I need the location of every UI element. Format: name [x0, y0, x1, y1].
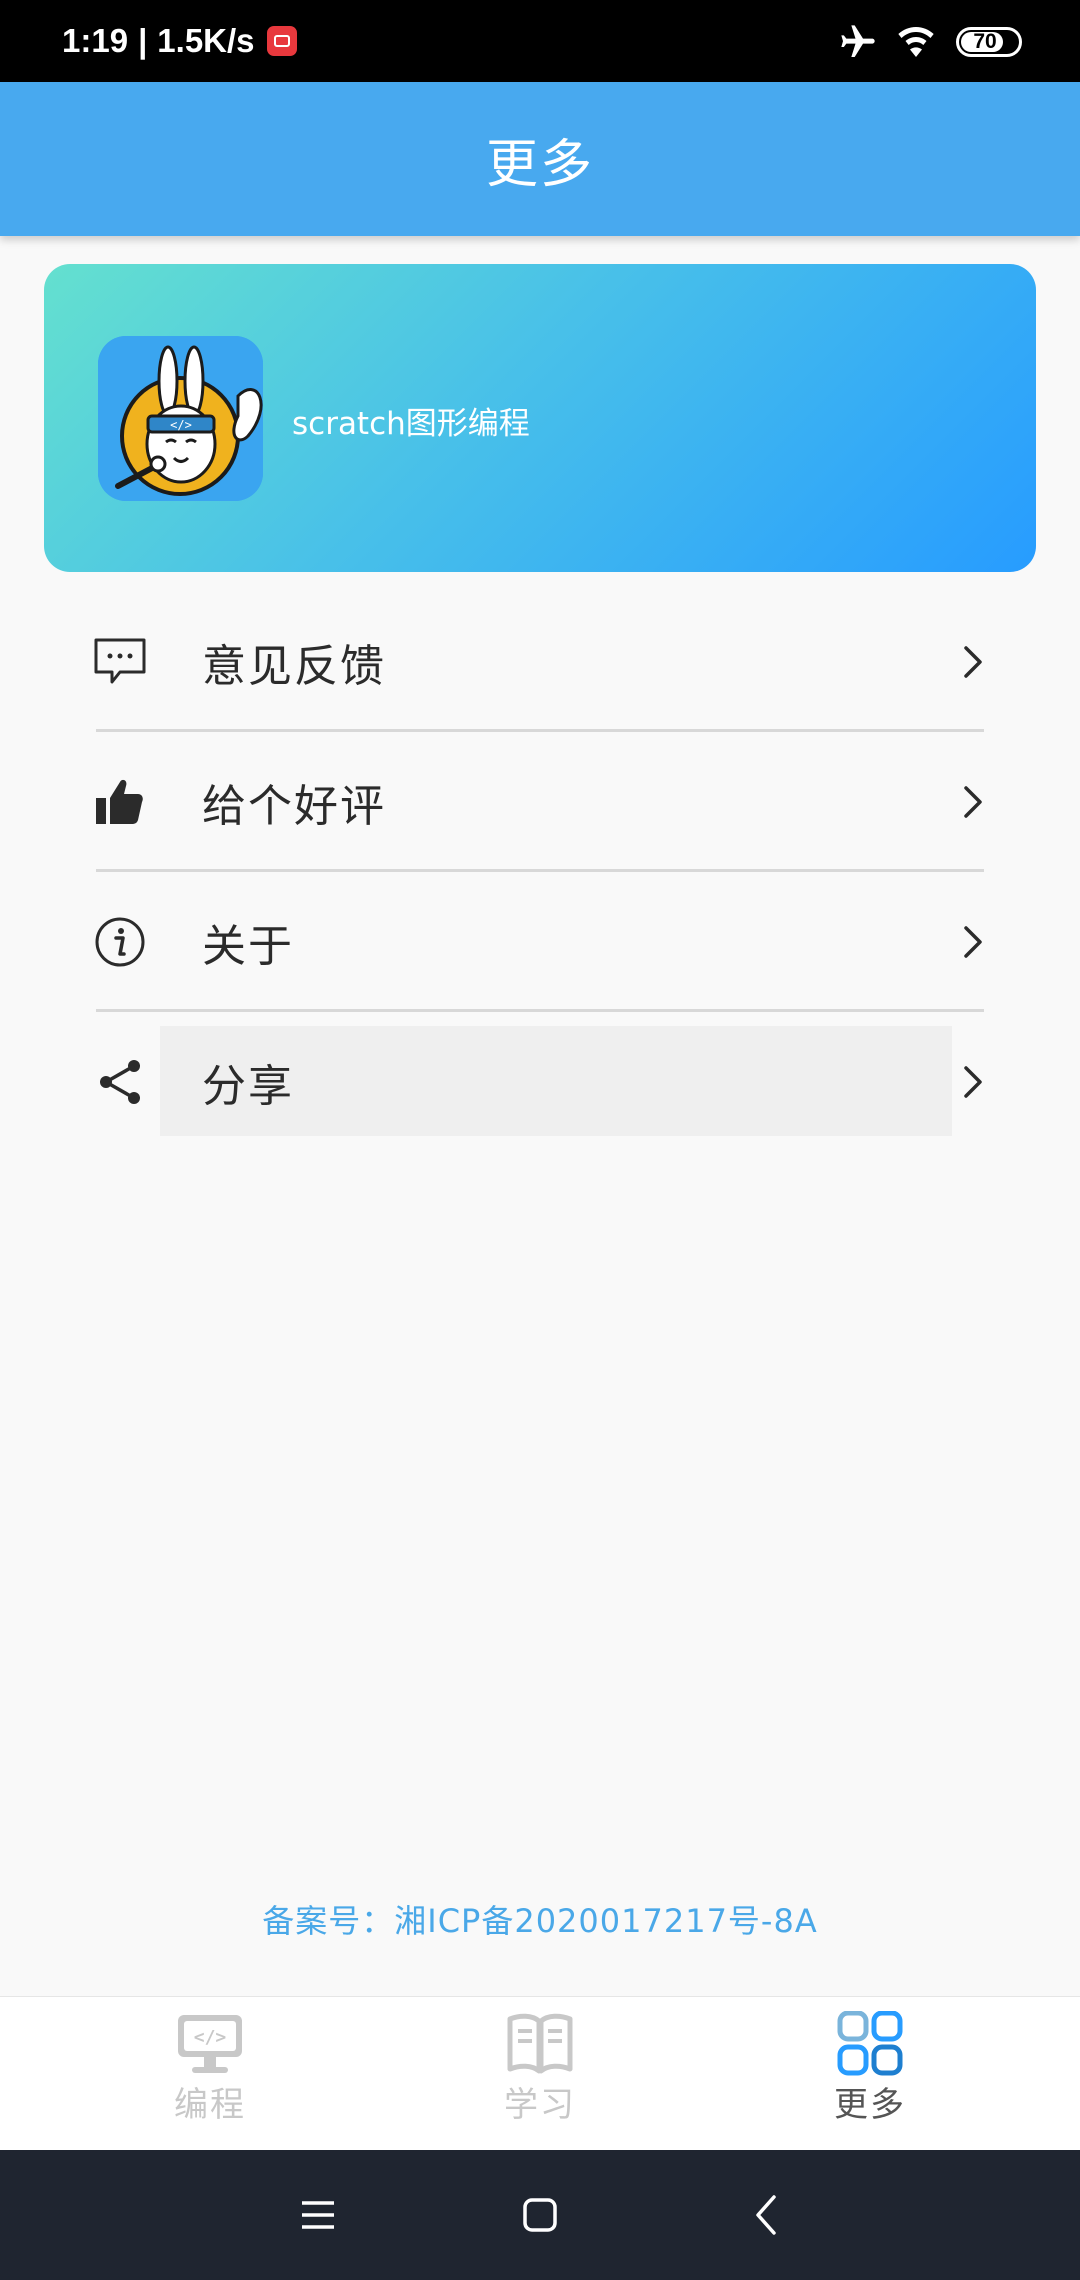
svg-text:</>: </> [170, 418, 192, 432]
nav-tab-code[interactable]: </> 编程 [140, 2011, 280, 2141]
chevron-right-icon [964, 926, 982, 958]
grid-icon [837, 2011, 903, 2076]
feedback-icon [94, 638, 146, 684]
status-separator: | [138, 22, 148, 59]
page-title: 更多 [485, 134, 594, 195]
wifi-icon [898, 27, 934, 57]
nav-label: 更多 [834, 2085, 906, 2125]
info-icon [95, 917, 145, 967]
status-bar: 1:19 | 1.5K/s 70 [0, 0, 1080, 82]
code-monitor-icon: </> [178, 2015, 242, 2073]
rabbit-mascot-icon: </> [98, 336, 263, 501]
thumbs-up-icon [96, 779, 143, 824]
app-name: scratch图形编程 [292, 406, 530, 442]
menu-item-feedback[interactable]: 意见反馈 [0, 592, 1080, 732]
home-icon[interactable] [510, 2185, 570, 2245]
menu-item-about[interactable]: 关于 [0, 872, 1080, 1012]
status-left: 1:19 | 1.5K/s [62, 18, 297, 64]
icp-record[interactable]: 备案号：湘ICP备2020017217号-8A [0, 1896, 1080, 1942]
battery-level: 70 [973, 30, 997, 53]
menu-item-rate[interactable]: 给个好评 [0, 732, 1080, 872]
system-nav-bar [0, 2150, 1080, 2280]
notification-app-icon [266, 26, 297, 56]
airplane-mode-icon [841, 25, 875, 57]
chevron-right-icon [964, 786, 982, 818]
bottom-nav: </> 编程 学习 更多 [0, 1996, 1080, 2151]
nav-tab-more[interactable]: 更多 [800, 2011, 940, 2141]
menu-icon[interactable] [288, 2185, 348, 2245]
network-speed: 1.5K/s [157, 22, 255, 59]
svg-text:</>: </> [194, 2027, 227, 2048]
nav-label: 编程 [174, 2085, 246, 2125]
menu-item-label: 关于 [202, 921, 294, 972]
menu-item-label: 意见反馈 [202, 641, 386, 692]
app-header: 更多 [0, 82, 1080, 236]
back-icon[interactable] [738, 2185, 798, 2245]
app-banner-card[interactable]: </> scratch图形编程 [44, 264, 1036, 572]
status-time: 1:19 [62, 22, 129, 59]
menu-item-share[interactable]: 分享 [0, 1012, 1080, 1152]
nav-tab-learn[interactable]: 学习 [470, 2011, 610, 2141]
nav-label: 学习 [504, 2085, 576, 2125]
menu-item-label: 分享 [202, 1061, 294, 1112]
menu-item-label: 给个好评 [202, 781, 386, 832]
battery-indicator: 70 [956, 27, 1022, 57]
chevron-right-icon [964, 646, 982, 678]
app-logo: </> [98, 336, 263, 501]
chevron-right-icon [964, 1066, 982, 1098]
book-icon [507, 2013, 573, 2074]
status-right: 70 [838, 20, 1022, 64]
settings-menu: 意见反馈 给个好评 关于 分享 [0, 592, 1080, 1152]
share-icon [100, 1060, 140, 1104]
